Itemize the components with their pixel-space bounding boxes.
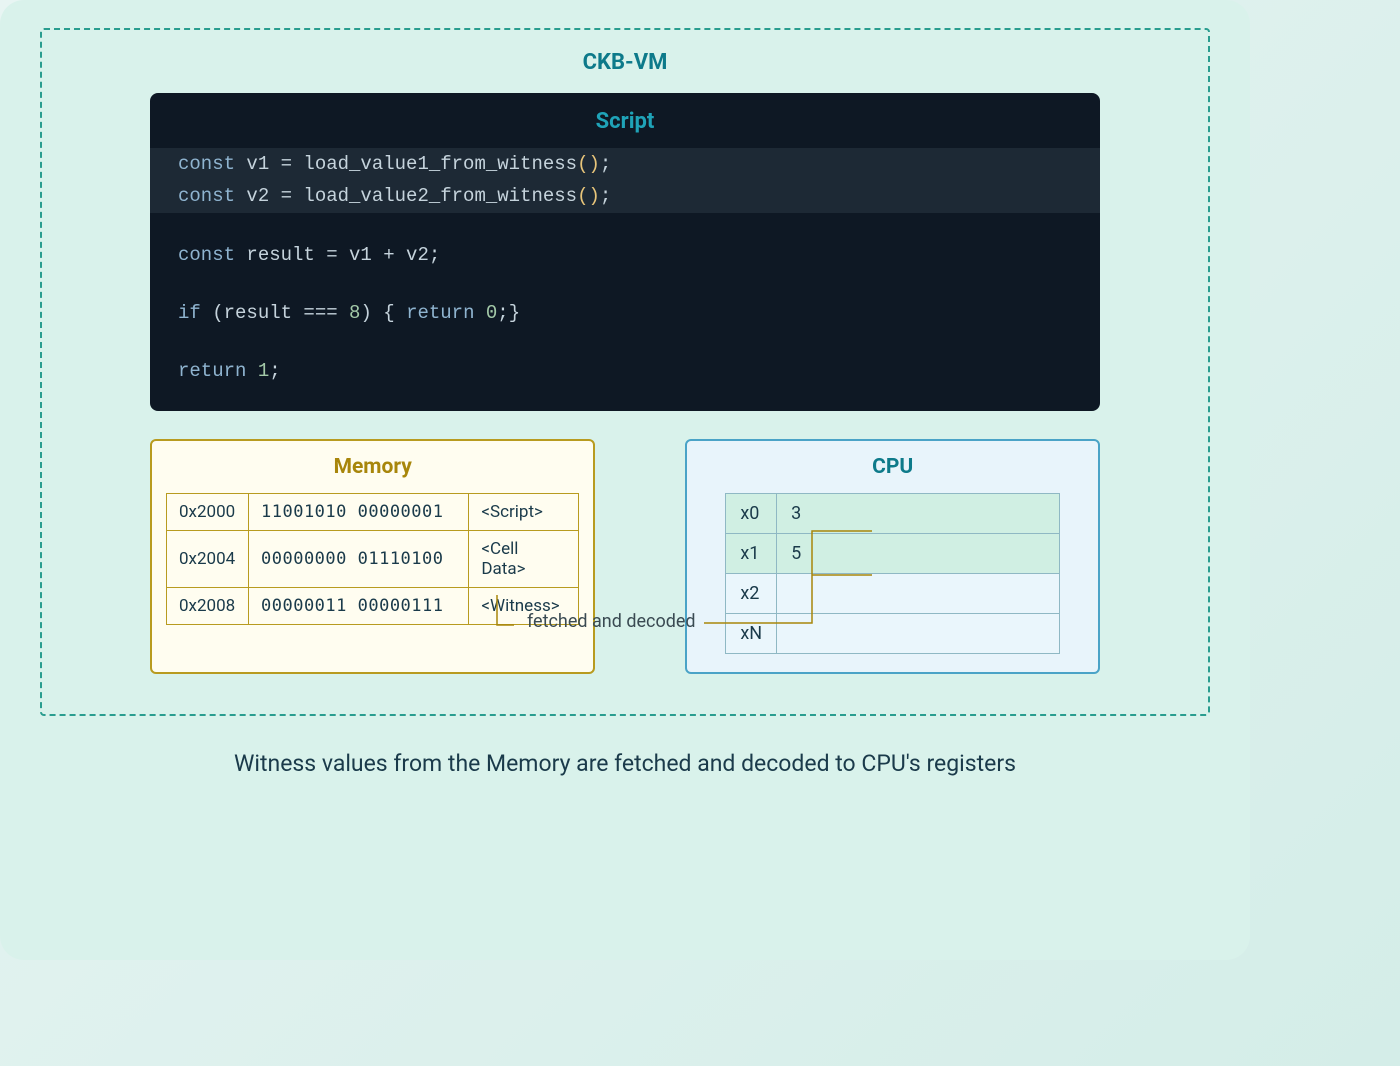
cpu-table: x03x15x2xN [725, 493, 1060, 654]
memory-tag: <Cell Data> [469, 531, 579, 588]
memory-row: 0x200400000000 01110100<Cell Data> [167, 531, 579, 588]
memory-binary: 00000011 00000111 [249, 588, 469, 625]
cpu-value: 5 [777, 534, 1060, 574]
cpu-value [777, 614, 1060, 654]
memory-tag: <Script> [469, 494, 579, 531]
cpu-register: x1 [726, 534, 777, 574]
code-line-1: const v1 = load_value1_from_witness(); [150, 148, 1100, 180]
code-line-4: if (result === 8) { return 0;} [150, 297, 1100, 329]
cpu-row: x03 [726, 494, 1060, 534]
memory-title: Memory [166, 455, 579, 479]
script-code: const v1 = load_value1_from_witness(); c… [150, 148, 1100, 387]
cpu-row: x15 [726, 534, 1060, 574]
cpu-value [777, 574, 1060, 614]
vm-title: CKB-VM [42, 50, 1208, 75]
code-line-2: const v2 = load_value2_from_witness(); [150, 180, 1100, 212]
diagram-canvas: CKB-VM Script const v1 = load_value1_fro… [0, 0, 1250, 960]
memory-binary: 11001010 00000001 [249, 494, 469, 531]
code-line-5: return 1; [150, 355, 1100, 387]
memory-row: 0x200800000011 00000111<Witness> [167, 588, 579, 625]
cpu-title: CPU [725, 455, 1060, 479]
cpu-value: 3 [777, 494, 1060, 534]
memory-addr: 0x2008 [167, 588, 249, 625]
memory-row: 0x200011001010 00000001<Script> [167, 494, 579, 531]
memory-table: 0x200011001010 00000001<Script>0x2004000… [166, 493, 579, 625]
cpu-register: xN [726, 614, 777, 654]
script-panel: Script const v1 = load_value1_from_witne… [150, 93, 1100, 411]
fetch-decode-label: fetched and decoded [527, 611, 696, 632]
code-line-3: const result = v1 + v2; [150, 239, 1100, 271]
diagram-caption: Witness values from the Memory are fetch… [40, 750, 1210, 777]
memory-addr: 0x2004 [167, 531, 249, 588]
cpu-register: x0 [726, 494, 777, 534]
cpu-row: x2 [726, 574, 1060, 614]
cpu-panel: CPU x03x15x2xN [685, 439, 1100, 674]
cpu-row: xN [726, 614, 1060, 654]
script-title: Script [150, 93, 1100, 148]
lower-row: Memory 0x200011001010 00000001<Script>0x… [42, 411, 1208, 674]
ckb-vm-box: CKB-VM Script const v1 = load_value1_fro… [40, 28, 1210, 716]
memory-binary: 00000000 01110100 [249, 531, 469, 588]
cpu-register: x2 [726, 574, 777, 614]
memory-addr: 0x2000 [167, 494, 249, 531]
memory-panel: Memory 0x200011001010 00000001<Script>0x… [150, 439, 595, 674]
